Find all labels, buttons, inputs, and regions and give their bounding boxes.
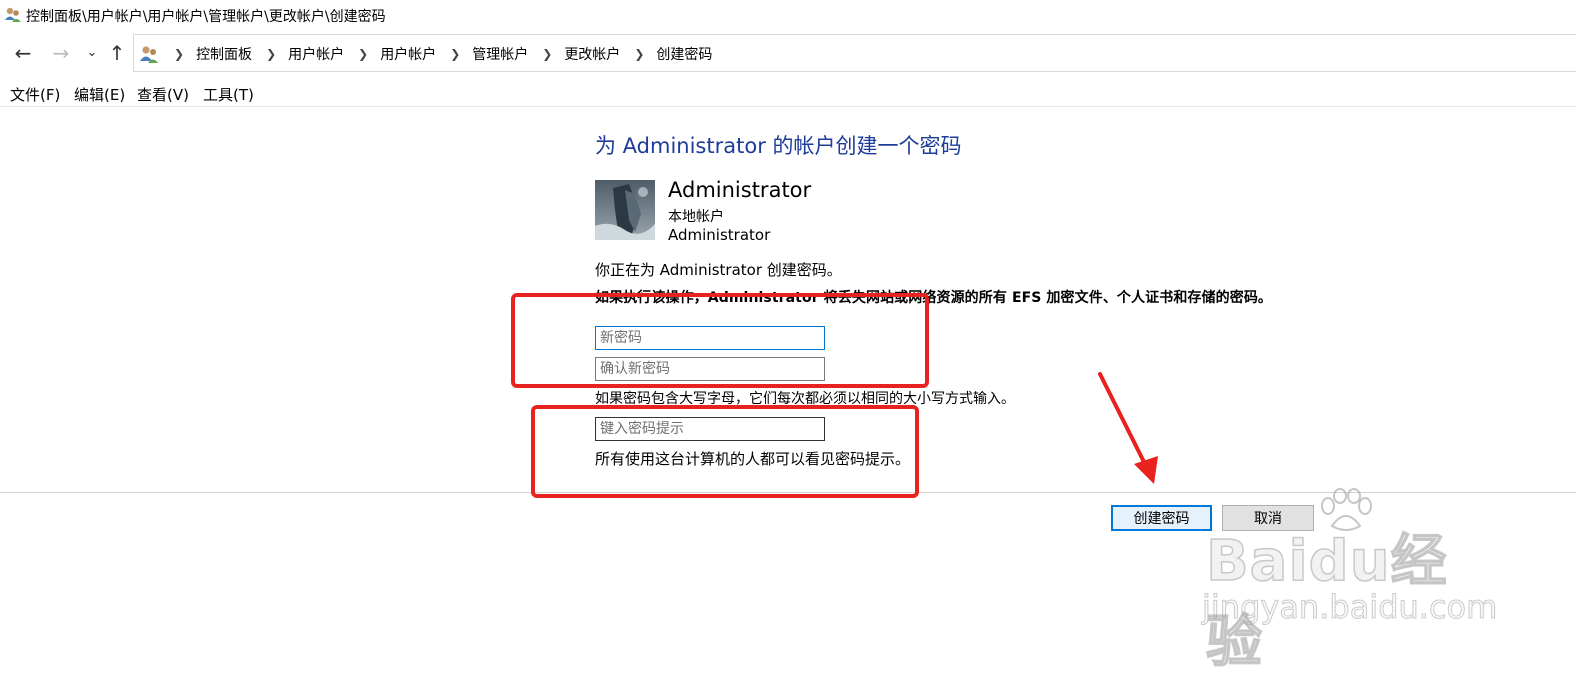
creating-text: 你正在为 Administrator 创建密码。 [595, 261, 842, 279]
menu-file[interactable]: 文件(F) [10, 84, 60, 105]
users-icon [140, 46, 158, 63]
forward-arrow-icon[interactable]: → [49, 41, 73, 65]
chevron-right-icon[interactable]: ❯ [358, 47, 368, 61]
breadcrumb-item-current[interactable]: 创建密码 [656, 44, 712, 64]
chevron-right-icon[interactable]: ❯ [266, 47, 276, 61]
page-title: 为 Administrator 的帐户创建一个密码 [595, 134, 962, 158]
menu-tools[interactable]: 工具(T) [203, 84, 254, 105]
chevron-down-icon[interactable]: ⌄ [80, 41, 104, 65]
users-icon [5, 7, 21, 22]
breadcrumb-item[interactable]: 更改帐户 [564, 44, 620, 64]
menu-edit[interactable]: 编辑(E) [74, 84, 125, 105]
up-arrow-icon[interactable]: ↑ [105, 41, 129, 65]
annotation-box-passwords [511, 293, 929, 388]
cancel-button[interactable]: 取消 [1222, 505, 1314, 531]
breadcrumb-item[interactable]: 用户帐户 [288, 44, 344, 64]
account-subtitle: Administrator [668, 226, 771, 244]
arrow-annotation-icon [1098, 372, 1158, 484]
breadcrumb-item[interactable]: 控制面板 [196, 44, 252, 64]
breadcrumb: ❯ 控制面板 ❯ 用户帐户 ❯ 用户帐户 ❯ 管理帐户 ❯ 更改帐户 ❯ 创建密… [134, 35, 712, 73]
chevron-right-icon: ❯ [174, 47, 185, 61]
chevron-right-icon[interactable]: ❯ [542, 47, 552, 61]
menu-view[interactable]: 查看(V) [137, 84, 189, 105]
breadcrumb-item[interactable]: 用户帐户 [380, 44, 436, 64]
window-title: 控制面板\用户帐户\用户帐户\管理帐户\更改帐户\创建密码 [26, 9, 386, 25]
navigation-bar: ← → ⌄ ↑ ❯ 控制面板 ❯ 用户帐户 ❯ 用户帐户 ❯ 管理帐户 ❯ 更改… [0, 34, 1576, 72]
breadcrumb-item[interactable]: 管理帐户 [472, 44, 528, 64]
back-arrow-icon[interactable]: ← [11, 41, 35, 65]
account-type: 本地帐户 [668, 209, 724, 225]
address-bar[interactable]: ❯ 控制面板 ❯ 用户帐户 ❯ 用户帐户 ❯ 管理帐户 ❯ 更改帐户 ❯ 创建密… [133, 34, 1576, 72]
menu-bar: 文件(F) 编辑(E) 查看(V) 工具(T) [0, 80, 1576, 107]
account-name: Administrator [668, 178, 812, 202]
chevron-right-icon[interactable]: ❯ [450, 47, 460, 61]
title-bar: 控制面板\用户帐户\用户帐户\管理帐户\更改帐户\创建密码 [0, 0, 1576, 30]
chevron-right-icon[interactable]: ❯ [634, 47, 644, 61]
create-password-button[interactable]: 创建密码 [1111, 505, 1212, 531]
avatar [595, 180, 655, 240]
annotation-box-hint [531, 405, 919, 498]
